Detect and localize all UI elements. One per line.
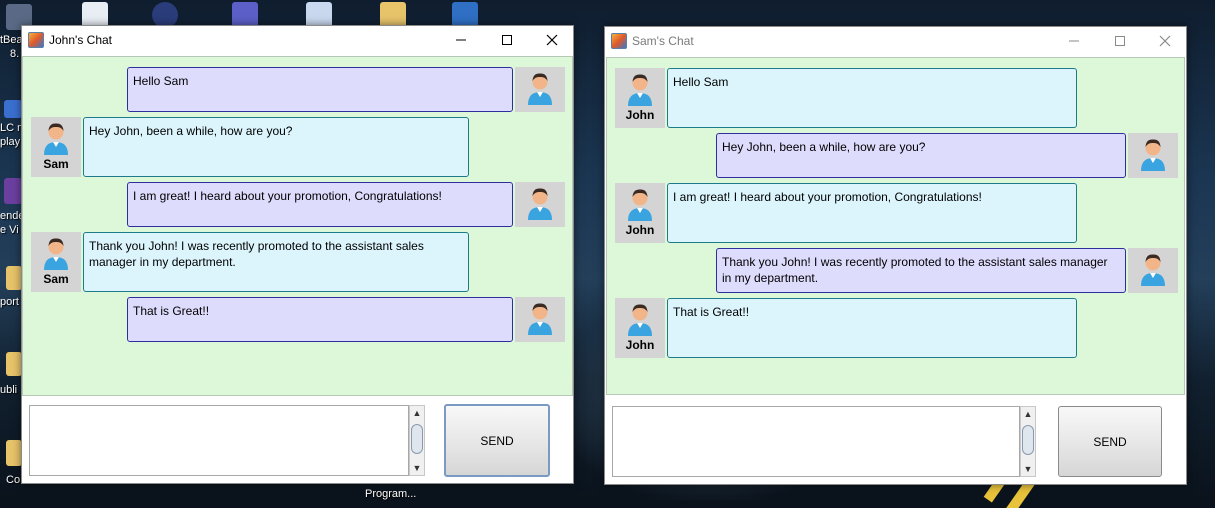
avatar bbox=[1128, 248, 1178, 293]
message-bubble: I am great! I heard about your promotion… bbox=[127, 182, 513, 227]
desktop-shortcut-label[interactable]: Program... bbox=[365, 488, 416, 500]
avatar-name: Sam bbox=[43, 157, 69, 171]
user-avatar-icon bbox=[528, 303, 552, 335]
avatar-name: Sam bbox=[43, 272, 69, 286]
input-scrollbar[interactable]: ▲ ▼ bbox=[409, 405, 425, 476]
desktop-shortcut-label[interactable]: Co bbox=[6, 474, 20, 486]
minimize-icon bbox=[1069, 40, 1079, 42]
desktop-shortcut-label[interactable]: 8. bbox=[10, 48, 19, 60]
avatar bbox=[515, 182, 565, 227]
message-bubble: Thank you John! I was recently promoted … bbox=[716, 248, 1126, 293]
sam-chat-window[interactable]: Sam's Chat John Hello Sam Hey John, been… bbox=[604, 26, 1187, 485]
close-icon bbox=[546, 34, 558, 46]
minimize-button[interactable] bbox=[438, 26, 484, 54]
user-avatar-icon bbox=[44, 123, 68, 155]
message-bubble: Thank you John! I was recently promoted … bbox=[83, 232, 469, 292]
message-input[interactable] bbox=[29, 405, 409, 476]
chat-history[interactable]: Hello Sam Sam Hey John, been a while, ho… bbox=[22, 56, 573, 396]
window-title: John's Chat bbox=[49, 33, 112, 47]
avatar-name: John bbox=[625, 108, 655, 122]
input-scrollbar[interactable]: ▲ ▼ bbox=[1020, 406, 1036, 477]
avatar bbox=[1128, 133, 1178, 178]
minimize-button[interactable] bbox=[1051, 27, 1097, 55]
message-bubble: Hello Sam bbox=[667, 68, 1077, 128]
message-bubble: That is Great!! bbox=[127, 297, 513, 342]
desktop-shortcut-label[interactable]: e Vi bbox=[0, 224, 19, 236]
message-bubble: Hey John, been a while, how are you? bbox=[716, 133, 1126, 178]
avatar bbox=[515, 297, 565, 342]
java-app-icon bbox=[28, 32, 44, 48]
user-avatar-icon bbox=[44, 238, 68, 270]
maximize-button[interactable] bbox=[1097, 27, 1143, 55]
user-avatar-icon bbox=[1141, 139, 1165, 171]
send-button[interactable]: SEND bbox=[1058, 406, 1162, 477]
desktop-shortcut-icon[interactable] bbox=[4, 178, 22, 204]
scroll-up-arrow-icon[interactable]: ▲ bbox=[410, 406, 424, 420]
send-button[interactable]: SEND bbox=[444, 404, 550, 477]
maximize-icon bbox=[502, 35, 512, 45]
desktop-shortcut-label[interactable]: play bbox=[0, 136, 20, 148]
desktop-shortcut-label[interactable]: port bbox=[0, 296, 19, 308]
desktop-shortcut-icon[interactable] bbox=[4, 100, 22, 118]
user-avatar-icon bbox=[528, 188, 552, 220]
desktop-shortcut-label[interactable]: tBea bbox=[0, 34, 23, 46]
maximize-button[interactable] bbox=[484, 26, 530, 54]
avatar: Sam bbox=[31, 232, 81, 292]
desktop-shortcut-icon[interactable] bbox=[6, 440, 22, 466]
scrollbar-thumb[interactable] bbox=[1022, 425, 1034, 455]
user-avatar-icon bbox=[528, 73, 552, 105]
avatar-name: John bbox=[625, 223, 655, 237]
user-avatar-icon bbox=[628, 74, 652, 106]
user-avatar-icon bbox=[628, 304, 652, 336]
chat-history[interactable]: John Hello Sam Hey John, been a while, h… bbox=[606, 57, 1185, 395]
scrollbar-thumb[interactable] bbox=[411, 424, 423, 454]
message-input[interactable] bbox=[612, 406, 1020, 477]
user-avatar-icon bbox=[628, 189, 652, 221]
desktop-shortcut-icon[interactable] bbox=[6, 352, 22, 376]
avatar-name: John bbox=[625, 338, 655, 352]
avatar bbox=[515, 67, 565, 112]
close-button[interactable] bbox=[529, 26, 575, 54]
scroll-down-arrow-icon[interactable]: ▼ bbox=[410, 461, 424, 475]
close-button[interactable] bbox=[1142, 27, 1188, 55]
window-title: Sam's Chat bbox=[632, 34, 694, 48]
desktop-shortcut-icon[interactable] bbox=[6, 266, 22, 290]
desktop-shortcut-label[interactable]: ubli bbox=[0, 384, 17, 396]
avatar: John bbox=[615, 298, 665, 358]
message-bubble: I am great! I heard about your promotion… bbox=[667, 183, 1077, 243]
message-bubble: Hello Sam bbox=[127, 67, 513, 112]
maximize-icon bbox=[1115, 36, 1125, 46]
message-bubble: Hey John, been a while, how are you? bbox=[83, 117, 469, 177]
john-chat-window[interactable]: John's Chat Hello Sam Sam Hey John, been… bbox=[21, 25, 574, 484]
user-avatar-icon bbox=[1141, 254, 1165, 286]
message-bubble: That is Great!! bbox=[667, 298, 1077, 358]
scroll-up-arrow-icon[interactable]: ▲ bbox=[1021, 407, 1035, 421]
minimize-icon bbox=[456, 39, 466, 41]
avatar: John bbox=[615, 183, 665, 243]
scroll-down-arrow-icon[interactable]: ▼ bbox=[1021, 462, 1035, 476]
close-icon bbox=[1159, 35, 1171, 47]
java-app-icon bbox=[611, 33, 627, 49]
avatar: Sam bbox=[31, 117, 81, 177]
avatar: John bbox=[615, 68, 665, 128]
